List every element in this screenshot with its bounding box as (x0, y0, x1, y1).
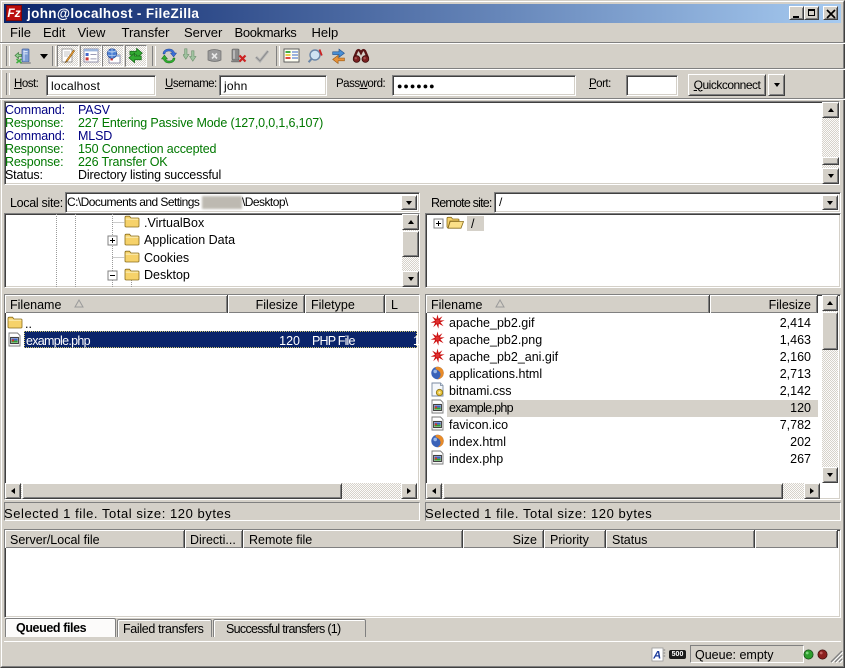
svg-text:A: A (652, 650, 661, 662)
